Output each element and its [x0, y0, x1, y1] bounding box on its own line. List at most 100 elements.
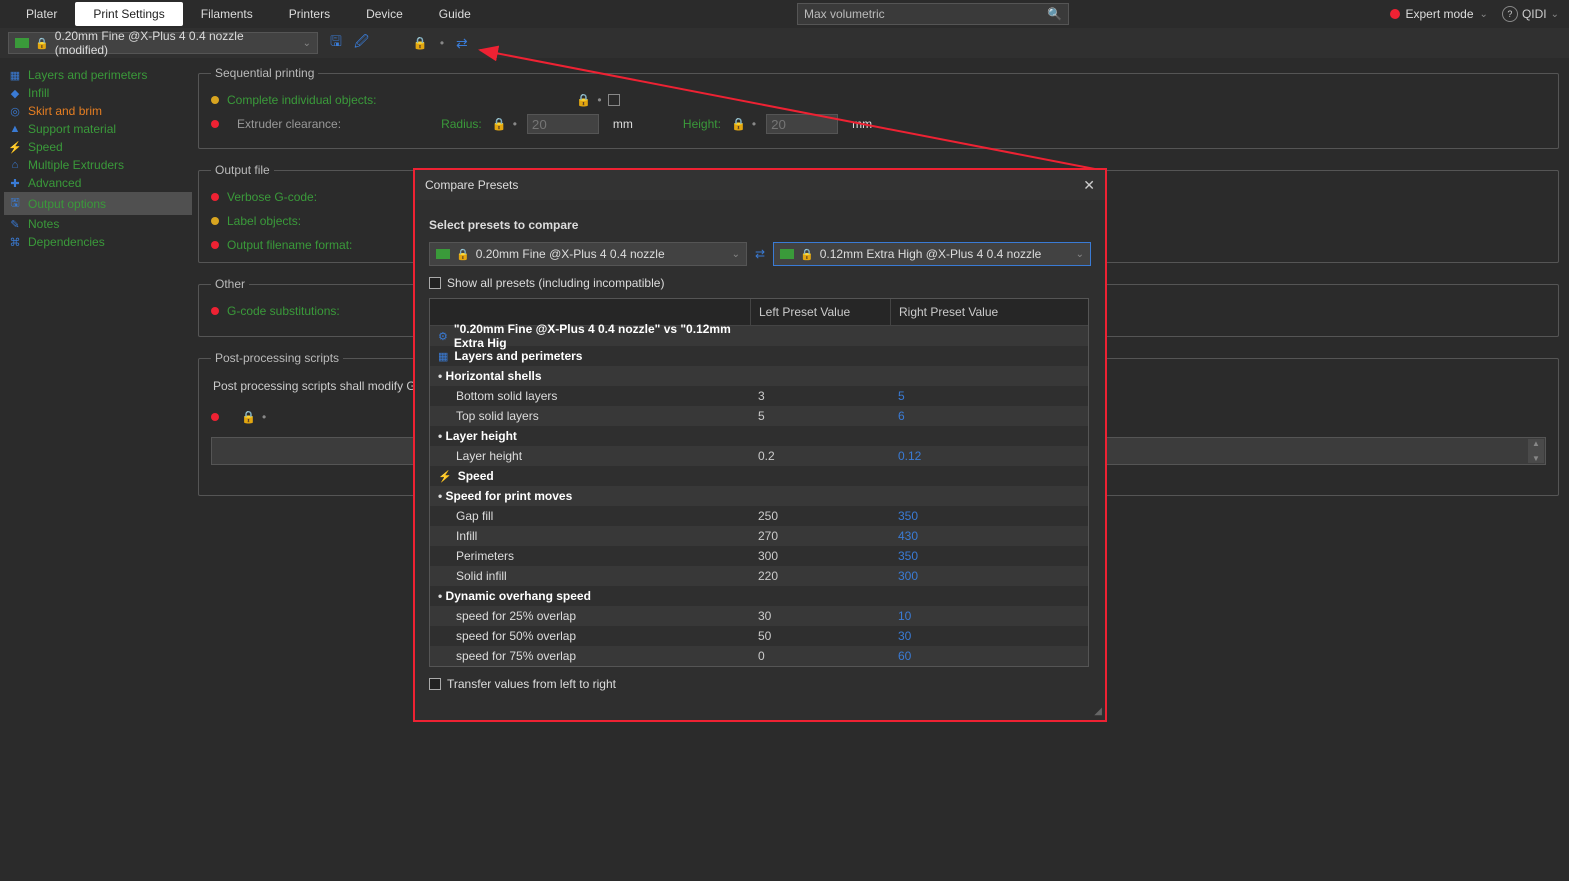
compare-preset-button[interactable]: ⇄	[456, 35, 468, 52]
right-preset-name: 0.12mm Extra High @X-Plus 4 0.4 nozzle	[820, 247, 1070, 261]
transfer-row: Transfer values from left to right	[429, 677, 1091, 691]
bullet-icon: •	[513, 117, 517, 131]
setting-label: Label objects:	[227, 214, 301, 228]
tree-multiple-extruders[interactable]: ⌂Multiple Extruders	[4, 156, 192, 174]
row-complete-individual: Complete individual objects: 🔒•	[211, 88, 1546, 112]
bullet-icon: •	[597, 93, 601, 107]
status-dot-icon	[211, 413, 219, 421]
radius-input[interactable]	[527, 114, 599, 134]
left-preset-dropdown[interactable]: 🔒 0.20mm Fine @X-Plus 4 0.4 nozzle ⌄	[429, 242, 747, 266]
tab-print-settings[interactable]: Print Settings	[75, 2, 182, 26]
status-dot-icon	[211, 217, 219, 225]
bullet-icon: •	[440, 36, 444, 50]
lock-icon[interactable]: 🔒	[241, 410, 256, 424]
scrollbar[interactable]: ▲▼	[1528, 439, 1544, 463]
tab-device[interactable]: Device	[348, 2, 421, 26]
help-badge-icon: ?	[1502, 6, 1518, 22]
bullet-icon: •	[262, 410, 266, 424]
expert-dot-icon	[1390, 9, 1400, 19]
lock-icon[interactable]: 🔒	[492, 117, 507, 131]
tab-filaments[interactable]: Filaments	[183, 2, 271, 26]
brand-name: QIDI	[1522, 7, 1547, 21]
status-dot-icon	[211, 193, 219, 201]
panel-legend: Sequential printing	[211, 66, 318, 80]
row-sp75: speed for 75% overlap060	[430, 646, 1088, 666]
row-top-solid: Top solid layers56	[430, 406, 1088, 426]
preset-dropdown[interactable]: 🔒 0.20mm Fine @X-Plus 4 0.4 nozzle (modi…	[8, 32, 318, 54]
preset-flag-icon	[436, 249, 450, 259]
tree-dependencies[interactable]: ⌘Dependencies	[4, 233, 192, 251]
setting-label: G-code substitutions:	[227, 304, 340, 318]
deps-icon: ⌘	[8, 236, 22, 249]
row-group-speed-moves: Speed for print moves	[430, 486, 1088, 506]
show-all-checkbox[interactable]	[429, 277, 441, 289]
lock-icon[interactable]: 🔒	[731, 117, 746, 131]
mode-label: Expert mode	[1406, 7, 1474, 21]
checkbox[interactable]	[608, 94, 620, 106]
status-dot-icon	[211, 120, 219, 128]
lock-icon: 🔒	[35, 37, 49, 50]
search-box[interactable]: 🔍	[797, 3, 1069, 25]
row-extruder-clearance: Extruder clearance: Radius: 🔒• mm Height…	[211, 112, 1546, 136]
search-icon[interactable]: 🔍	[1047, 7, 1062, 21]
row-group-layerh: Layer height	[430, 426, 1088, 446]
tab-printers[interactable]: Printers	[271, 2, 348, 26]
setting-label: Extruder clearance:	[237, 117, 341, 131]
tree-skirt-brim[interactable]: ◎Skirt and brim	[4, 102, 192, 120]
brand-menu[interactable]: ? QIDI ⌄	[1502, 6, 1559, 22]
preset-flag-icon	[780, 249, 794, 259]
tree-notes[interactable]: ✎Notes	[4, 215, 192, 233]
search-input[interactable]	[804, 7, 1047, 21]
tree-layers-perimeters[interactable]: ▦Layers and perimeters	[4, 66, 192, 84]
chevron-down-icon: ⌄	[732, 249, 740, 260]
tab-plater[interactable]: Plater	[8, 2, 75, 26]
row-layer-height: Layer height0.20.12	[430, 446, 1088, 466]
row-bottom-solid: Bottom solid layers35	[430, 386, 1088, 406]
mode-selector[interactable]: Expert mode ⌄	[1390, 7, 1488, 21]
tree-infill[interactable]: ◆Infill	[4, 84, 192, 102]
unit-label: mm	[852, 117, 872, 131]
resize-grip-icon[interactable]: ◢	[1094, 706, 1102, 717]
row-gap-fill: Gap fill250350	[430, 506, 1088, 526]
row-solid-infill: Solid infill220300	[430, 566, 1088, 586]
compare-table: Left Preset Value Right Preset Value ⚙"0…	[429, 298, 1089, 667]
transfer-checkbox[interactable]	[429, 678, 441, 690]
lock-icon[interactable]: 🔒	[413, 36, 428, 50]
dialog-title-bar: Compare Presets ✕	[415, 170, 1105, 200]
tree-output-options[interactable]: 🖫Output options	[4, 192, 192, 215]
row-infill: Infill270430	[430, 526, 1088, 546]
notes-icon: ✎	[8, 218, 22, 231]
right-preset-dropdown[interactable]: 🔒 0.12mm Extra High @X-Plus 4 0.4 nozzle…	[773, 242, 1091, 266]
bullet-icon: •	[752, 117, 756, 131]
rename-preset-button[interactable]: 🖉	[354, 31, 369, 55]
left-preset-name: 0.20mm Fine @X-Plus 4 0.4 nozzle	[476, 247, 726, 261]
tab-guide[interactable]: Guide	[421, 2, 489, 26]
tree-speed[interactable]: ⚡Speed	[4, 138, 192, 156]
row-category-layers: ▦Layers and perimeters	[430, 346, 1088, 366]
select-presets-label: Select presets to compare	[429, 218, 1091, 232]
col-left-header: Left Preset Value	[750, 299, 890, 325]
show-all-presets-row: Show all presets (including incompatible…	[429, 276, 1091, 290]
lock-icon: 🔒	[800, 248, 814, 261]
compare-presets-dialog: Compare Presets ✕ Select presets to comp…	[413, 168, 1107, 722]
height-input[interactable]	[766, 114, 838, 134]
close-button[interactable]: ✕	[1083, 177, 1095, 194]
unit-label: mm	[613, 117, 633, 131]
swap-icon[interactable]: ⇄	[755, 247, 765, 261]
tree-advanced[interactable]: ✚Advanced	[4, 174, 192, 192]
status-dot-icon	[211, 307, 219, 315]
status-dot-icon	[211, 96, 219, 104]
setting-label: Output filename format:	[227, 238, 352, 252]
tree-support-material[interactable]: ▲Support material	[4, 120, 192, 138]
panel-legend: Output file	[211, 163, 274, 177]
row-perimeters: Perimeters300350	[430, 546, 1088, 566]
row-group-dyn-overhang: Dynamic overhang speed	[430, 586, 1088, 606]
panel-legend: Other	[211, 277, 249, 291]
save-preset-button[interactable]: 🖫	[330, 31, 342, 55]
support-icon: ▲	[8, 123, 22, 135]
preset-toolbar: 🔒 0.20mm Fine @X-Plus 4 0.4 nozzle (modi…	[0, 28, 1569, 58]
lock-icon[interactable]: 🔒	[576, 93, 591, 107]
layers-icon: ▦	[438, 350, 448, 363]
preset-flag-icon	[15, 38, 29, 48]
chevron-down-icon: ⌄	[1480, 9, 1488, 20]
